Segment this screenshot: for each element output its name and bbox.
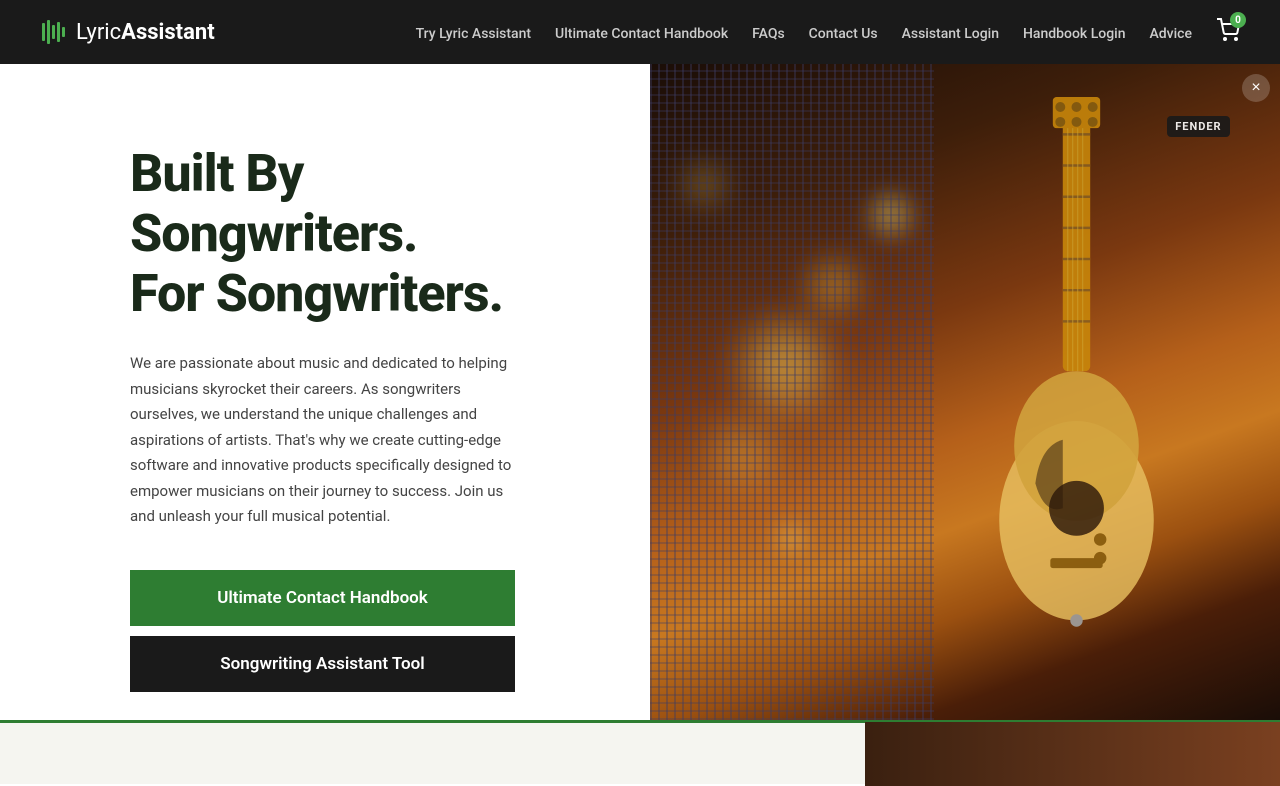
shirt-overlay bbox=[650, 64, 934, 720]
hero-close-button[interactable]: × bbox=[1242, 74, 1270, 102]
nav-assistant-login[interactable]: Assistant Login bbox=[902, 26, 999, 42]
nav-handbook-login[interactable]: Handbook Login bbox=[1023, 26, 1126, 42]
navbar: Lyric Assistant Try Lyric Assistant Ulti… bbox=[0, 0, 1280, 64]
guitar-svg bbox=[902, 97, 1249, 720]
hero-image: FENDER × bbox=[650, 64, 1280, 720]
guitar-scene: FENDER × bbox=[650, 64, 1280, 720]
nav-links: Try Lyric Assistant Ultimate Contact Han… bbox=[416, 18, 1240, 46]
nav-contact-handbook[interactable]: Ultimate Contact Handbook bbox=[555, 26, 728, 42]
brand-name: Lyric Assistant bbox=[76, 20, 215, 45]
fender-badge: FENDER bbox=[1167, 116, 1229, 137]
hero-content: Built By Songwriters. For Songwriters. W… bbox=[0, 64, 650, 720]
brand-icon bbox=[40, 18, 68, 46]
brand-logo[interactable]: Lyric Assistant bbox=[40, 18, 215, 46]
nav-faqs[interactable]: FAQs bbox=[752, 26, 785, 42]
nav-contact-us[interactable]: Contact Us bbox=[809, 26, 878, 42]
bottom-image-right bbox=[865, 722, 1280, 786]
nav-try-lyric[interactable]: Try Lyric Assistant bbox=[416, 26, 531, 42]
cart-button[interactable]: 0 bbox=[1216, 18, 1240, 46]
cart-badge: 0 bbox=[1230, 12, 1246, 28]
hero-body-text: We are passionate about music and dedica… bbox=[130, 351, 520, 530]
hero-section: Built By Songwriters. For Songwriters. W… bbox=[0, 64, 1280, 720]
cta-songwriting-button[interactable]: Songwriting Assistant Tool bbox=[130, 636, 515, 692]
cta-handbook-button[interactable]: Ultimate Contact Handbook bbox=[130, 570, 515, 626]
bottom-section bbox=[0, 720, 1280, 784]
nav-advice[interactable]: Advice bbox=[1150, 26, 1193, 42]
hero-heading: Built By Songwriters. For Songwriters. bbox=[130, 144, 590, 323]
